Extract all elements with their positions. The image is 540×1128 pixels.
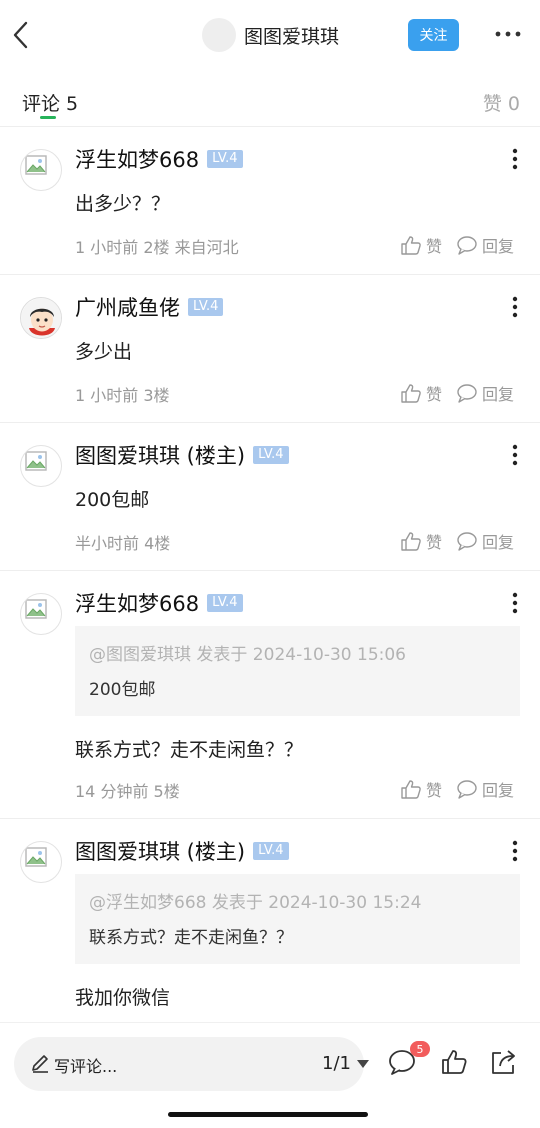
level-badge: LV.4 xyxy=(207,150,243,168)
user-avatar[interactable] xyxy=(20,593,62,635)
user-avatar[interactable] xyxy=(20,149,62,191)
like-button[interactable]: 赞 xyxy=(400,529,442,553)
author-avatar[interactable] xyxy=(202,18,236,52)
quote-text: 联系方式？走不走闲鱼？？ xyxy=(89,928,293,948)
more-options-icon[interactable] xyxy=(494,24,522,44)
level-badge: LV.4 xyxy=(188,298,224,316)
comment-count-badge: 5 xyxy=(410,1041,430,1057)
username[interactable]: 浮生如梦668 xyxy=(75,144,199,174)
quote-header: @图图爱琪琪 发表于 2024-10-30 15:06 xyxy=(89,645,406,665)
comment-text: 联系方式？走不走闲鱼？？ xyxy=(75,739,304,761)
comment-meta: 14 分钟前 5楼 xyxy=(75,782,180,801)
username[interactable]: 图图爱琪琪 (楼主) xyxy=(75,440,245,470)
reply-label: 回复 xyxy=(482,385,515,404)
like-label: 赞 xyxy=(426,237,443,256)
active-tab-indicator xyxy=(40,116,56,119)
cartoon-avatar xyxy=(21,298,61,338)
broken-image-icon xyxy=(25,451,47,471)
home-indicator xyxy=(168,1112,368,1117)
comment-tabs: 评论 5 赞 0 xyxy=(0,80,540,127)
like-label: 赞 xyxy=(426,781,443,800)
user-avatar[interactable] xyxy=(20,841,62,883)
like-button[interactable]: 赞 xyxy=(400,233,442,257)
quote-header: @浮生如梦668 发表于 2024-10-30 15:24 xyxy=(89,893,422,913)
comment-item: 图图爱琪琪 (楼主) LV.4 @浮生如梦668 发表于 2024-10-30 … xyxy=(0,819,540,1022)
reply-label: 回复 xyxy=(482,781,515,800)
quoted-comment[interactable]: @图图爱琪琪 发表于 2024-10-30 15:06 200包邮 xyxy=(75,626,520,716)
follow-button[interactable]: 关注 xyxy=(408,19,459,51)
reply-bubble-icon xyxy=(457,236,477,255)
comment-text: 出多少？？ xyxy=(75,193,171,215)
comment-meta: 1 小时前 2楼 来自河北 xyxy=(75,238,239,257)
comment-meta: 半小时前 4楼 xyxy=(75,534,171,553)
bottom-bar: 写评论... 1/1 5 xyxy=(0,1022,540,1128)
level-badge: LV.4 xyxy=(253,446,289,464)
broken-image-icon xyxy=(25,599,47,619)
reply-bubble-icon xyxy=(457,780,477,799)
username[interactable]: 图图爱琪琪 (楼主) xyxy=(75,836,245,866)
composer-placeholder: 写评论... xyxy=(54,1057,118,1076)
comment-meta: 1 小时前 3楼 xyxy=(75,386,170,405)
reply-bubble-icon xyxy=(457,532,477,551)
page-indicator: 1/1 xyxy=(322,1053,351,1074)
comment-text: 我加你微信 xyxy=(75,987,171,1009)
user-avatar[interactable] xyxy=(20,445,62,487)
comment-text: 多少出 xyxy=(75,341,133,363)
like-label: 赞 xyxy=(426,385,443,404)
comment-item: 浮生如梦668 LV.4 @图图爱琪琪 发表于 2024-10-30 15:06… xyxy=(0,571,540,819)
thumbs-up-icon xyxy=(401,384,421,403)
quote-text: 200包邮 xyxy=(89,680,156,700)
reply-label: 回复 xyxy=(482,533,515,552)
comment-more-icon[interactable] xyxy=(506,147,524,171)
reply-label: 回复 xyxy=(482,237,515,256)
comment-composer[interactable]: 写评论... 1/1 xyxy=(14,1037,369,1091)
comment-more-icon[interactable] xyxy=(506,591,524,615)
username[interactable]: 浮生如梦668 xyxy=(75,588,199,618)
comment-item: 图图爱琪琪 (楼主) LV.4 200包邮 半小时前 4楼 赞 回复 xyxy=(0,423,540,571)
pencil-icon xyxy=(32,1055,48,1073)
page-selector[interactable]: 1/1 xyxy=(322,1053,369,1074)
author-header[interactable]: 图图爱琪琪 xyxy=(202,17,339,53)
reply-button[interactable]: 回复 xyxy=(456,777,514,801)
level-badge: LV.4 xyxy=(207,594,243,612)
reply-bubble-icon xyxy=(457,384,477,403)
comment-more-icon[interactable] xyxy=(506,839,524,863)
comment-text: 200包邮 xyxy=(75,489,150,511)
thumbs-up-icon xyxy=(401,532,421,551)
like-button[interactable]: 赞 xyxy=(400,381,442,405)
tab-comments[interactable]: 评论 5 xyxy=(22,89,78,116)
top-bar: 图图爱琪琪 关注 xyxy=(0,0,540,70)
comment-more-icon[interactable] xyxy=(506,443,524,467)
like-label: 赞 xyxy=(426,533,443,552)
reply-button[interactable]: 回复 xyxy=(456,233,514,257)
thumbs-up-icon xyxy=(401,236,421,255)
broken-image-icon xyxy=(25,155,47,175)
share-icon[interactable] xyxy=(489,1049,517,1079)
tab-likes[interactable]: 赞 0 xyxy=(483,89,520,116)
reply-button[interactable]: 回复 xyxy=(456,529,514,553)
caret-down-icon xyxy=(356,1059,369,1068)
thumbs-up-icon xyxy=(401,780,421,799)
broken-image-icon xyxy=(25,847,47,867)
comment-more-icon[interactable] xyxy=(506,295,524,319)
comment-item: 广州咸鱼佬 LV.4 多少出 1 小时前 3楼 赞 回复 xyxy=(0,275,540,423)
quoted-comment[interactable]: @浮生如梦668 发表于 2024-10-30 15:24 联系方式？走不走闲鱼… xyxy=(75,874,520,964)
username[interactable]: 广州咸鱼佬 xyxy=(75,292,180,322)
reply-button[interactable]: 回复 xyxy=(456,381,514,405)
like-post-icon[interactable] xyxy=(440,1049,468,1079)
comment-item: 浮生如梦668 LV.4 出多少？？ 1 小时前 2楼 来自河北 赞 回复 xyxy=(0,127,540,275)
level-badge: LV.4 xyxy=(253,842,289,860)
page-title: 图图爱琪琪 xyxy=(244,25,340,48)
user-avatar[interactable] xyxy=(20,297,62,339)
back-arrow-icon[interactable] xyxy=(10,18,38,52)
like-button[interactable]: 赞 xyxy=(400,777,442,801)
